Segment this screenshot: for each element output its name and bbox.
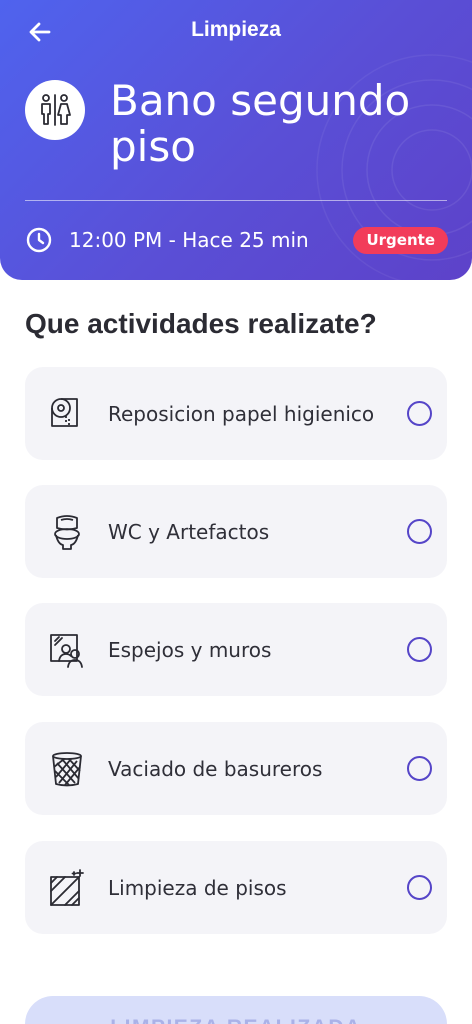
activity-label: Limpieza de pisos	[108, 875, 287, 900]
restroom-icon	[41, 94, 71, 126]
activity-label: WC y Artefactos	[108, 519, 270, 544]
activity-radio[interactable]	[407, 401, 432, 426]
clock-icon	[26, 227, 52, 253]
activity-radio[interactable]	[407, 637, 432, 662]
activity-item-pisos[interactable]: Limpieza de pisos	[25, 841, 447, 934]
avatar	[25, 80, 85, 140]
activity-label: Vaciado de basureros	[108, 756, 323, 781]
submit-button[interactable]: LIMPIEZA REALIZADA	[25, 996, 447, 1024]
divider	[25, 200, 447, 201]
activity-item-wc[interactable]: WC y Artefactos	[25, 485, 447, 578]
trash-bin-icon	[45, 747, 89, 791]
activity-item-papel[interactable]: Reposicion papel higienico	[25, 367, 447, 460]
section-title: Que actividades realizate?	[25, 308, 377, 339]
header: Limpieza Bano segundo piso 12:00 PM - Ha…	[0, 0, 472, 280]
toilet-paper-icon	[45, 392, 89, 436]
activity-label: Espejos y muros	[108, 637, 272, 662]
activity-radio[interactable]	[407, 756, 432, 781]
page-title: Bano segundo piso	[110, 76, 411, 171]
floor-tiles-icon	[45, 866, 89, 910]
activity-item-espejos[interactable]: Espejos y muros	[25, 603, 447, 696]
activity-radio[interactable]	[407, 519, 432, 544]
activity-item-basureros[interactable]: Vaciado de basureros	[25, 722, 447, 815]
mirror-icon	[45, 628, 89, 672]
activity-label: Reposicion papel higienico	[108, 401, 375, 426]
status-badge: Urgente	[353, 227, 448, 254]
time-row: 12:00 PM - Hace 25 min	[25, 226, 309, 254]
time-text: 12:00 PM - Hace 25 min	[69, 228, 309, 252]
toilet-icon	[45, 510, 89, 554]
screen-title: Limpieza	[191, 18, 281, 41]
activity-radio[interactable]	[407, 875, 432, 900]
